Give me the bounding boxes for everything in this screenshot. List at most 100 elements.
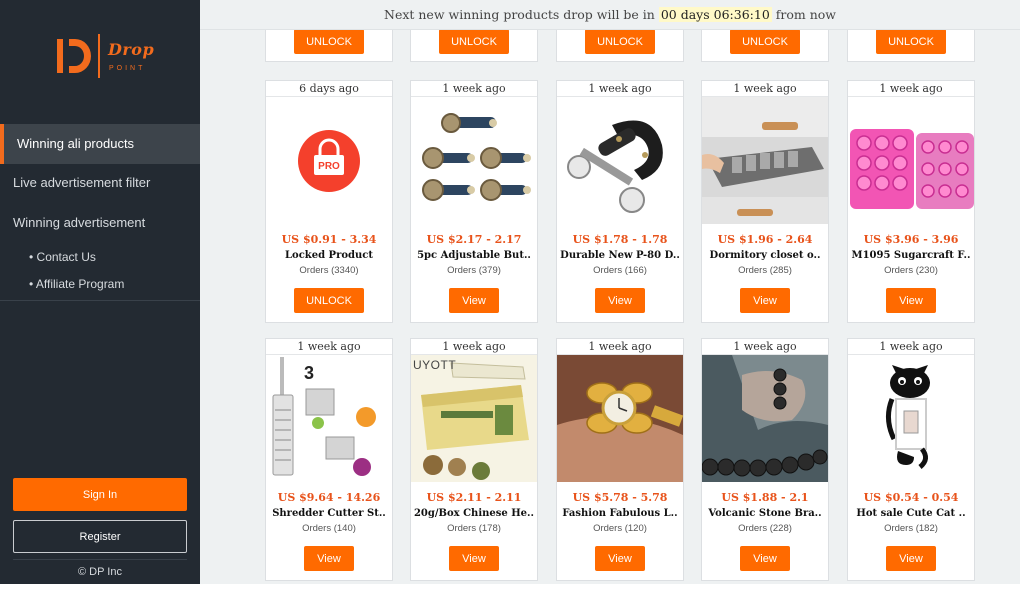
- sidebar-divider: [0, 300, 200, 301]
- sidebar-item-winning-ali-products[interactable]: Winning ali products: [0, 124, 200, 164]
- logo-word: Drop: [108, 40, 155, 59]
- product-card[interactable]: 1 week ago US $1.88 - 2.1 Volcanic Stone…: [701, 338, 829, 581]
- product-title[interactable]: Dormitory closet o..: [702, 250, 828, 261]
- product-title[interactable]: Fashion Fabulous L..: [557, 508, 683, 519]
- product-orders: Orders (230): [884, 265, 938, 276]
- unlock-button[interactable]: UNLOCK: [294, 29, 364, 54]
- product-age: 1 week ago: [702, 339, 828, 355]
- footer-divider: [13, 559, 187, 560]
- stone-bracelet-image: [702, 355, 828, 482]
- product-card[interactable]: 1 week ago US $1.78 - 1.78 Durable New P…: [556, 80, 684, 323]
- sign-in-button[interactable]: Sign In: [13, 478, 187, 511]
- svg-text:3: 3: [304, 363, 314, 383]
- product-brand: UYOTT: [413, 358, 457, 372]
- unlock-button[interactable]: UNLOCK: [585, 29, 655, 54]
- product-card[interactable]: 1 week ago US $1.96 - 2.64 Dormitory clo…: [701, 80, 829, 323]
- view-button[interactable]: View: [740, 546, 790, 571]
- view-button[interactable]: View: [595, 288, 645, 313]
- product-orders: Orders (120): [593, 523, 647, 534]
- product-price: US $9.64 - 14.26: [277, 491, 381, 504]
- herbal-cream-image: [411, 355, 537, 482]
- logo-divider: [98, 34, 100, 78]
- unlock-button[interactable]: UNLOCK: [876, 29, 946, 54]
- product-image[interactable]: [848, 97, 974, 224]
- gold-watch-image: [557, 355, 683, 482]
- product-orders: Orders (166): [593, 265, 647, 276]
- register-button[interactable]: Register: [13, 520, 187, 553]
- unlock-button[interactable]: UNLOCK: [730, 29, 800, 54]
- product-age: 6 days ago: [266, 81, 392, 97]
- countdown-timer: 00 days 06:36:10: [658, 7, 772, 22]
- logo-mark-icon: [57, 39, 91, 73]
- product-title[interactable]: 20g/Box Chinese He..: [411, 508, 537, 519]
- strap-tool-image: [567, 120, 663, 213]
- product-image[interactable]: [848, 355, 974, 482]
- product-title[interactable]: M1095 Sugarcraft F..: [848, 250, 974, 261]
- view-button[interactable]: View: [595, 546, 645, 571]
- product-card[interactable]: 1 week ago UYOTT US $2.11 - 2.11 20g/Box…: [410, 338, 538, 581]
- main-content: Next new winning products drop will be i…: [200, 0, 1020, 584]
- product-age: 1 week ago: [266, 339, 392, 355]
- product-price: US $5.78 - 5.78: [572, 491, 668, 504]
- product-image[interactable]: [411, 97, 537, 224]
- product-price: US $0.91 - 3.34: [281, 233, 377, 246]
- drawer-organizer-image: [702, 97, 828, 224]
- product-title[interactable]: Durable New P-80 D..: [557, 250, 683, 261]
- product-price: US $2.17 - 2.17: [426, 233, 522, 246]
- product-image[interactable]: 3: [266, 355, 392, 482]
- product-orders: Orders (182): [884, 523, 938, 534]
- product-price: US $1.78 - 1.78: [572, 233, 668, 246]
- sidebar-item-contact-us[interactable]: • Contact Us: [29, 250, 96, 264]
- view-button[interactable]: View: [304, 546, 354, 571]
- copyright: © DP Inc: [78, 566, 122, 578]
- sidebar-item-live-advertisement-filter[interactable]: Live advertisement filter: [0, 173, 200, 193]
- view-button[interactable]: View: [449, 288, 499, 313]
- product-image[interactable]: UYOTT: [411, 355, 537, 482]
- countdown-banner: Next new winning products drop will be i…: [200, 0, 1020, 30]
- product-orders: Orders (228): [738, 523, 792, 534]
- product-title[interactable]: Hot sale Cute Cat ..: [848, 508, 974, 519]
- logo[interactable]: Drop POINT: [57, 34, 154, 80]
- product-orders: Orders (3340): [299, 265, 359, 276]
- view-button[interactable]: View: [740, 288, 790, 313]
- product-age: 1 week ago: [557, 81, 683, 97]
- product-card[interactable]: 6 days ago PRO US $0.91 - 3.34 Locked Pr…: [265, 80, 393, 323]
- product-orders: Orders (379): [447, 265, 501, 276]
- view-button[interactable]: View: [886, 546, 936, 571]
- product-title[interactable]: Volcanic Stone Bra..: [702, 508, 828, 519]
- product-age: 1 week ago: [848, 339, 974, 355]
- cat-switch-sticker-image: [886, 365, 930, 469]
- product-card[interactable]: 1 week ago 3 US $9.64 - 14.26 Shredder C…: [265, 338, 393, 581]
- product-price: US $2.11 - 2.11: [426, 491, 522, 504]
- product-image[interactable]: PRO: [266, 97, 392, 224]
- product-card[interactable]: 1 week ago US $2.17 - 2.17 5pc Adjustabl…: [410, 80, 538, 323]
- product-age: 1 week ago: [848, 81, 974, 97]
- product-title[interactable]: Locked Product: [266, 250, 392, 261]
- product-age: 1 week ago: [702, 81, 828, 97]
- product-price: US $1.96 - 2.64: [717, 233, 813, 246]
- product-card[interactable]: 1 week ago US $5.78 - 5.78 Fashion Fabul…: [556, 338, 684, 581]
- product-age: 1 week ago: [411, 339, 537, 355]
- product-image[interactable]: [702, 97, 828, 224]
- product-image[interactable]: [702, 355, 828, 482]
- product-title[interactable]: Shredder Cutter St..: [266, 508, 392, 519]
- logo-sub: POINT: [109, 65, 146, 72]
- view-button[interactable]: View: [449, 546, 499, 571]
- product-title[interactable]: 5pc Adjustable But..: [411, 250, 537, 261]
- silicone-mold-image: [850, 129, 974, 209]
- svg-text:PRO: PRO: [318, 161, 340, 172]
- unlock-button[interactable]: UNLOCK: [439, 29, 509, 54]
- view-button[interactable]: View: [886, 288, 936, 313]
- sidebar-item-winning-advertisement[interactable]: Winning advertisement: [0, 213, 200, 233]
- banner-suffix: from now: [775, 7, 836, 22]
- product-card[interactable]: 1 week ago US $3.96 - 3.96 M1095 Sugarcr…: [847, 80, 975, 323]
- product-card[interactable]: 1 week ago US $0.54 - 0.54 Hot sale Cute…: [847, 338, 975, 581]
- unlock-button[interactable]: UNLOCK: [294, 288, 364, 313]
- product-image[interactable]: [557, 355, 683, 482]
- pro-lock-icon: PRO: [298, 130, 360, 192]
- product-orders: Orders (285): [738, 265, 792, 276]
- product-image[interactable]: [557, 97, 683, 224]
- product-age: 1 week ago: [557, 339, 683, 355]
- sidebar-item-affiliate-program[interactable]: • Affiliate Program: [29, 277, 124, 291]
- product-orders: Orders (178): [447, 523, 501, 534]
